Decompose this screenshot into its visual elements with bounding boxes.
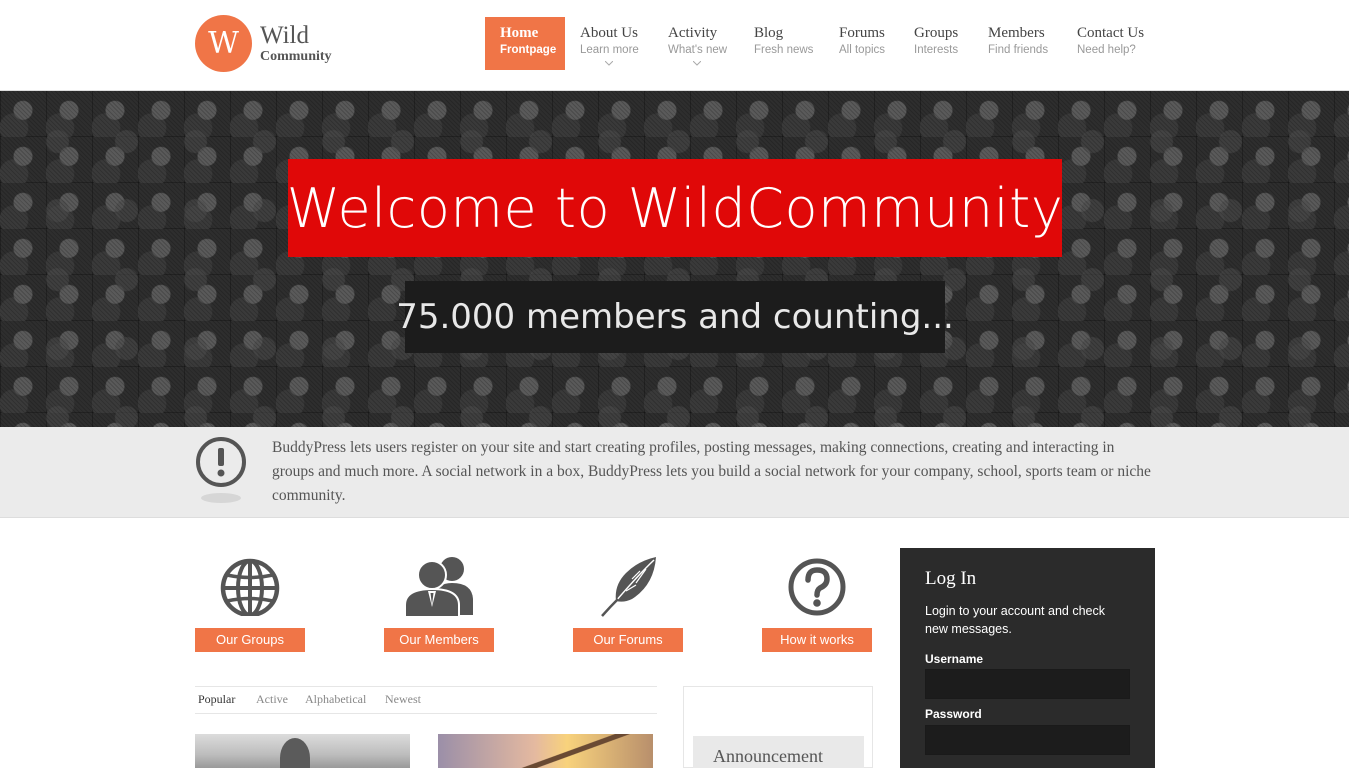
nav-item-contact-us[interactable]: Contact Us Need help? [1077, 17, 1144, 70]
nav-item-title: Forums [839, 25, 885, 41]
nav-item-title: About Us [580, 25, 638, 41]
nav-item-title: Groups [914, 25, 959, 41]
nav-item-subtitle: Fresh news [754, 44, 814, 56]
login-description: Login to your account and check new mess… [925, 604, 1105, 636]
our-forums-button[interactable]: Our Forums [573, 628, 683, 652]
nav-item-subtitle: Need help? [1077, 44, 1136, 56]
hero-subtitle-box: 75.000 members and counting... [396, 281, 954, 353]
thumbnail-figure [280, 738, 310, 768]
group-thumbnail[interactable] [438, 734, 653, 768]
nav-item-subtitle: Frontpage [500, 44, 557, 56]
logo-badge: W [195, 15, 252, 72]
hero-title-box: Welcome to WildCommunity [286, 159, 1064, 257]
site-header: W Wild Community Home Frontpage About Us… [0, 0, 1349, 91]
hero-banner: Welcome to WildCommunity 75.000 members … [0, 91, 1349, 427]
nav-item-subtitle: What's new [668, 44, 728, 56]
thumbnail-figure [518, 734, 638, 768]
announcement-title: Announcement [693, 736, 864, 768]
password-label: Password [925, 707, 982, 721]
nav-item-title: Home [500, 25, 539, 41]
feature-how-it-works: How it works [762, 555, 872, 652]
chevron-down-icon [693, 61, 701, 69]
logo-name-line1: Wild [260, 22, 309, 49]
nav-item-home[interactable]: Home Frontpage [485, 17, 565, 70]
chevron-down-icon [605, 61, 613, 69]
hero-background-texture [0, 91, 1349, 427]
username-field[interactable] [925, 669, 1130, 699]
nav-item-blog[interactable]: Blog Fresh news [754, 17, 813, 70]
tab-popular[interactable]: Popular [198, 692, 235, 707]
question-circle-icon [762, 555, 872, 617]
group-thumbnail[interactable] [195, 734, 410, 768]
feature-our-forums: Our Forums [573, 555, 683, 652]
nav-item-forums[interactable]: Forums All topics [839, 17, 885, 70]
feather-icon [573, 555, 683, 617]
feature-our-members: Our Members [384, 555, 494, 652]
nav-item-title: Contact Us [1077, 25, 1145, 41]
our-groups-button[interactable]: Our Groups [195, 628, 305, 652]
username-label: Username [925, 652, 984, 666]
logo-name-line2: Community [260, 49, 332, 64]
tab-newest[interactable]: Newest [385, 692, 421, 707]
nav-item-title: Activity [668, 25, 718, 41]
nav-item-about-us[interactable]: About Us Learn more [580, 17, 639, 70]
hero-title: Welcome to WildCommunity [286, 176, 1064, 240]
nav-item-activity[interactable]: Activity What's new [668, 17, 727, 70]
members-icon [384, 555, 494, 617]
tab-active[interactable]: Active [256, 692, 288, 707]
nav-item-groups[interactable]: Groups Interests [914, 17, 958, 70]
info-text: BuddyPress lets users register on your s… [272, 439, 1151, 504]
logo-letter: W [208, 26, 239, 61]
login-title: Log In [925, 568, 977, 589]
nav-item-subtitle: All topics [839, 44, 886, 56]
nav-item-subtitle: Find friends [988, 44, 1049, 56]
nav-item-subtitle: Interests [914, 44, 959, 56]
nav-item-title: Members [988, 25, 1045, 41]
globe-icon [195, 555, 305, 617]
groups-tabs: Popular Active Alphabetical Newest [195, 686, 657, 714]
how-it-works-button[interactable]: How it works [762, 628, 872, 652]
our-members-button[interactable]: Our Members [384, 628, 494, 652]
nav-item-members[interactable]: Members Find friends [988, 17, 1048, 70]
login-panel: Log In Login to your account and check n… [900, 548, 1155, 768]
announcement-widget: Announcement [683, 686, 873, 768]
nav-item-subtitle: Learn more [580, 44, 639, 56]
password-field[interactable] [925, 725, 1130, 755]
site-logo[interactable]: W Wild Community [195, 15, 332, 72]
exclamation-circle-icon [195, 436, 247, 506]
info-bar: BuddyPress lets users register on your s… [0, 427, 1349, 518]
tab-alphabetical[interactable]: Alphabetical [305, 692, 366, 707]
nav-item-title: Blog [754, 25, 784, 41]
hero-subtitle: 75.000 members and counting... [396, 297, 954, 337]
logo-wordmark: Wild Community [260, 23, 332, 64]
feature-our-groups: Our Groups [195, 555, 305, 652]
